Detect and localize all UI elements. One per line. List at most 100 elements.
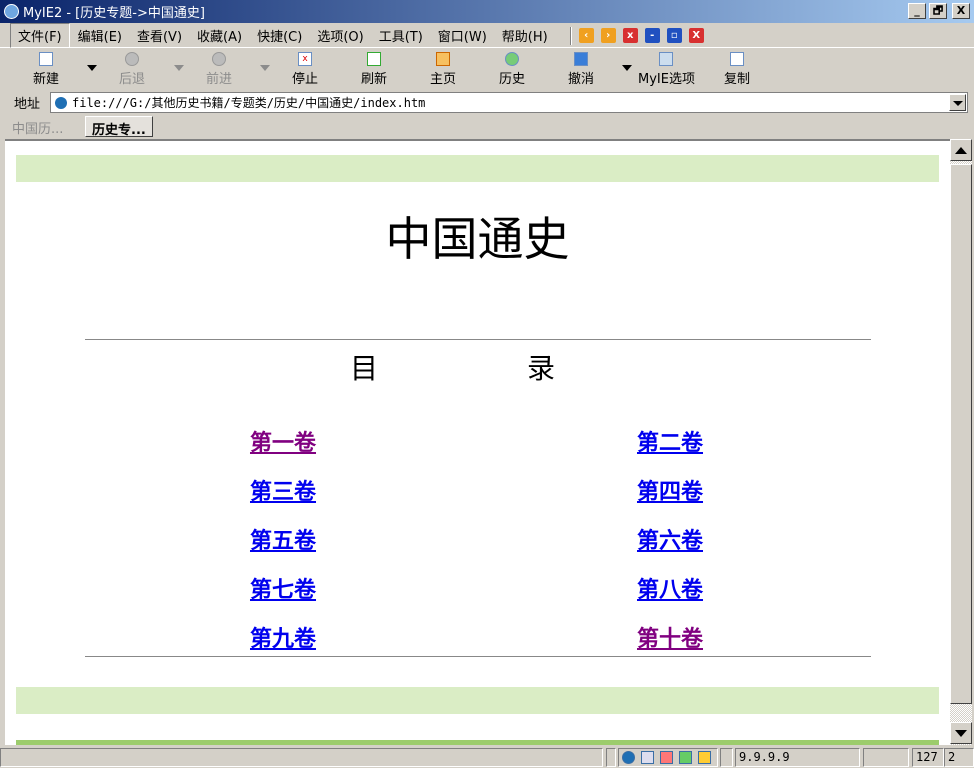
new-icon [39,52,53,66]
volume-link[interactable]: 第二卷 [637,425,703,457]
address-value: file:///G:/其他历史书籍/专题类/历史/中国通史/index.htm [72,96,426,110]
forward-button[interactable]: 前进 [206,52,232,87]
menu-favorites[interactable]: 收藏(A) [190,24,249,47]
refresh-icon [367,52,381,66]
ip-display: 9.9.9.9 [735,748,860,767]
new-label: 新建 [33,72,60,87]
brush-icon[interactable] [641,751,654,764]
new-button[interactable]: 新建 [33,52,59,87]
stop-icon: x [298,52,312,66]
volume-link[interactable]: 第五卷 [250,523,316,555]
green-band-top [16,155,939,182]
close-tab-icon[interactable]: x [622,28,638,43]
window-title: MyIE2 - [历史专题->中国通史] [23,6,205,21]
menu-help[interactable]: 帮助(H) [495,24,555,47]
undo-button[interactable]: 撤消 [568,52,594,87]
volume-link[interactable]: 第六卷 [637,523,703,555]
image-icon[interactable] [679,751,692,764]
undo-label: 撤消 [568,72,595,87]
restore-tab-icon[interactable]: ▫ [666,28,682,43]
copy-button[interactable]: 复制 [724,52,750,87]
forward-dropdown[interactable] [260,65,270,71]
menu-bar: 文件(F) 编辑(E) 查看(V) 收藏(A) 快捷(C) 选项(O) 工具(T… [0,23,974,48]
history-label: 历史 [499,72,526,87]
toolbar: 新建 后退 前进 x 停止 刷新 主页 历史 撤消 MyIE选项 复制 [0,50,974,90]
menu-edit[interactable]: 编辑(E) [71,24,129,47]
forward-icon [212,52,226,66]
address-input[interactable]: file:///G:/其他历史书籍/专题类/历史/中国通史/index.htm [50,92,968,113]
close-button[interactable]: X [952,3,970,19]
back-label: 后退 [119,72,146,87]
title-bar: MyIE2 - [历史专题->中国通史] _ 🗗 X [0,0,974,23]
back-button[interactable]: 后退 [119,52,145,87]
divider [85,339,871,340]
volume-link[interactable]: 第三卷 [250,474,316,506]
number-display: 2 [944,748,974,767]
popup-icon[interactable] [660,751,673,764]
new-dropdown[interactable] [87,65,97,71]
prev-tab-icon[interactable]: ‹ [578,28,594,43]
menu-tools[interactable]: 工具(T) [372,24,430,47]
address-dropdown[interactable] [949,94,966,111]
forward-label: 前进 [206,72,233,87]
minimize-button[interactable]: _ [908,3,926,19]
divider [85,656,871,657]
status-pane [863,748,909,767]
address-bar: 地址 file:///G:/其他历史书籍/专题类/历史/中国通史/index.h… [0,91,974,114]
restore-button[interactable]: 🗗 [929,3,947,19]
scroll-down-button[interactable] [950,722,972,744]
status-pane [606,748,616,767]
stop-label: 停止 [292,72,319,87]
volume-link[interactable]: 第八卷 [637,572,703,604]
back-dropdown[interactable] [174,65,184,71]
stop-button[interactable]: x 停止 [292,52,318,87]
volume-link[interactable]: 第七卷 [250,572,316,604]
menu-view[interactable]: 查看(V) [130,24,189,47]
refresh-button[interactable]: 刷新 [361,52,387,87]
volume-link[interactable]: 第四卷 [637,474,703,506]
myie-options-button[interactable]: MyIE选项 [638,52,695,87]
vertical-scrollbar[interactable] [950,139,972,745]
history-icon [505,52,519,66]
globe-icon[interactable] [622,751,635,764]
volume-link[interactable]: 第十卷 [637,621,703,653]
next-tab-icon[interactable]: › [600,28,616,43]
options-icon [659,52,674,66]
copy-label: 复制 [724,72,751,87]
tab-bar: 中国历... 历史专... [0,115,974,138]
tab-history-topics[interactable]: 历史专... [85,116,153,138]
status-pane [720,748,733,767]
home-button[interactable]: 主页 [430,52,456,87]
menu-options[interactable]: 选项(O) [310,24,370,47]
status-bar: 9.9.9.9 127 2 [0,746,974,768]
history-button[interactable]: 历史 [499,52,525,87]
count-display: 127 [912,748,944,767]
refresh-label: 刷新 [361,72,388,87]
volume-link[interactable]: 第九卷 [250,621,316,653]
window-icon[interactable] [698,751,711,764]
minimize-tab-icon[interactable]: - [644,28,660,43]
undo-icon [574,52,588,66]
menu-window[interactable]: 窗口(W) [431,24,494,47]
scroll-up-button[interactable] [950,139,972,161]
tab-china-history[interactable]: 中国历... [6,116,69,137]
toc-heading: 目 录 [350,352,605,385]
app-icon [4,4,19,19]
scroll-thumb[interactable] [950,164,972,704]
menu-shortcuts[interactable]: 快捷(C) [250,24,309,47]
back-icon [125,52,139,66]
volume-link[interactable]: 第一卷 [250,425,316,457]
close-all-icon[interactable]: X [688,28,704,43]
status-icons [618,748,718,767]
undo-dropdown[interactable] [622,65,632,71]
page-icon [55,96,67,109]
menu-file[interactable]: 文件(F) [10,23,70,48]
options-label: MyIE选项 [638,72,695,87]
web-page: 中国通史 目 录 第一卷 第二卷第三卷 第四卷第五卷 第六卷第七卷 第八卷第九卷 第十卷 [5,139,950,745]
status-text [0,748,603,767]
page-title: 中国通史 [385,212,570,266]
copy-icon [730,52,744,66]
green-line [16,740,939,745]
separator [569,26,572,45]
green-band-bottom [16,687,939,714]
